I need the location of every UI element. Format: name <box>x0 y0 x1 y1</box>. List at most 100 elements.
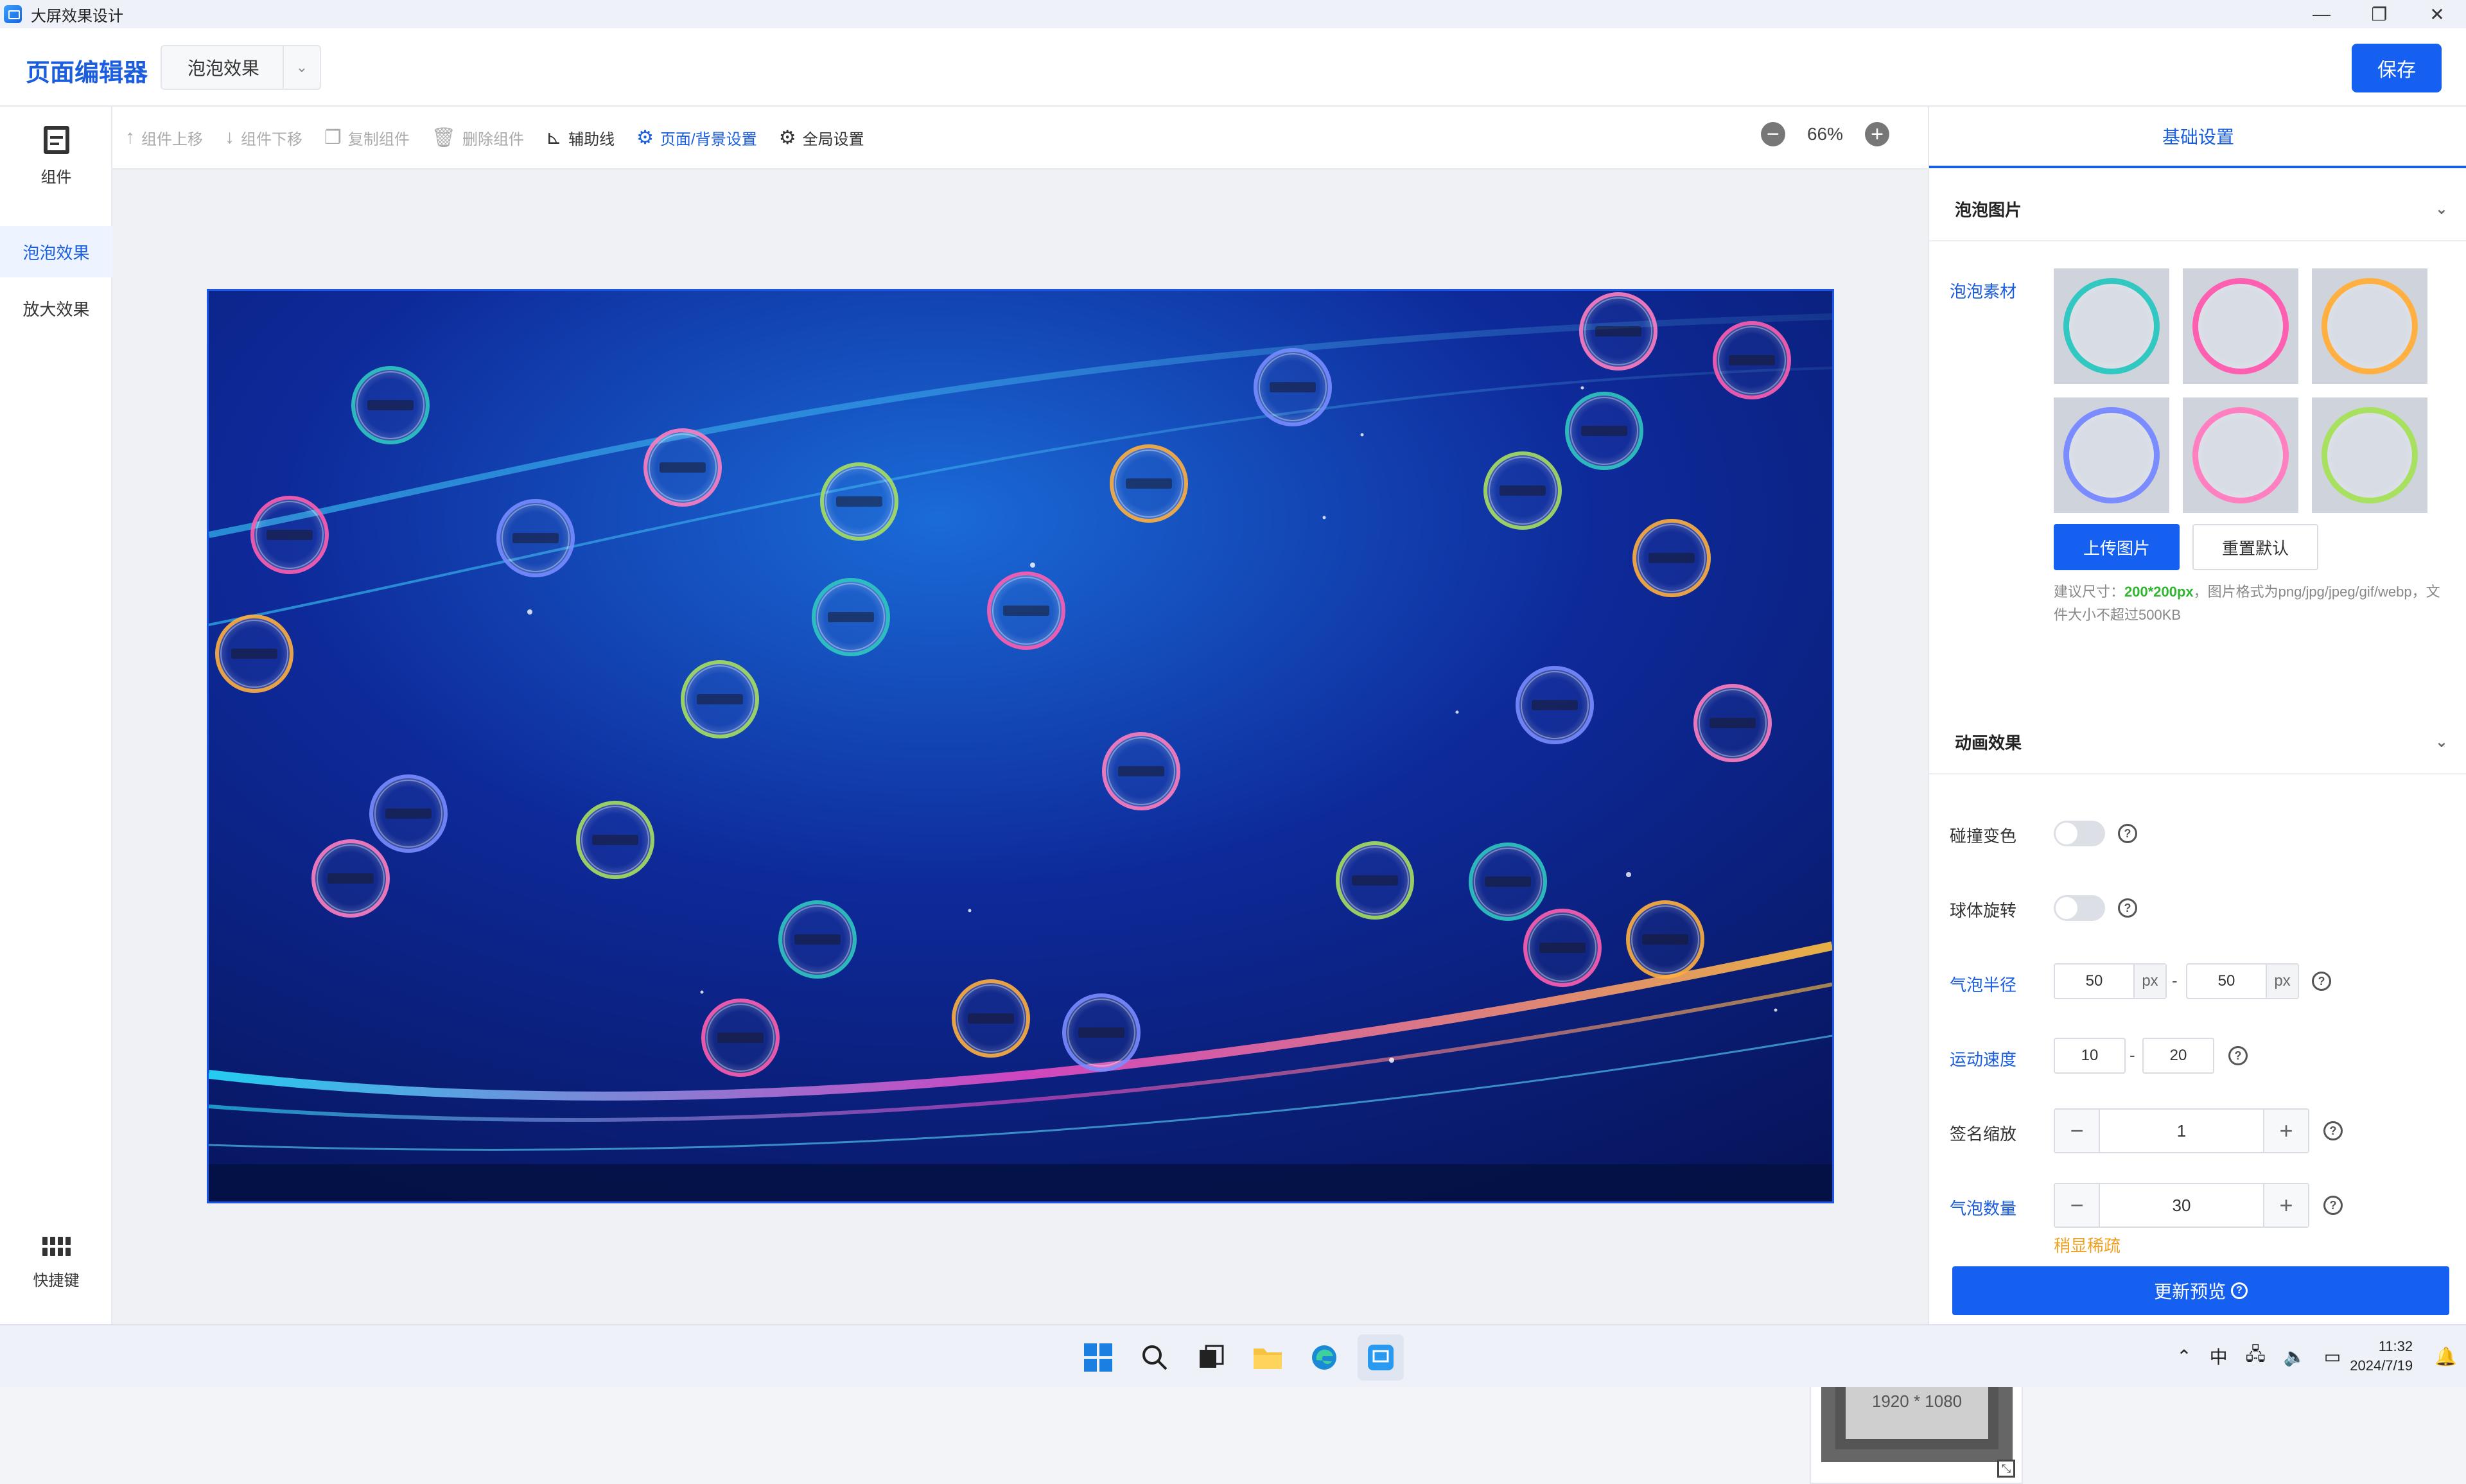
shortcut-button[interactable]: 快捷键 <box>0 1237 112 1290</box>
trash-icon: 🗑 <box>431 127 456 148</box>
bubble-thumb[interactable] <box>2312 397 2427 513</box>
chevron-down-icon[interactable]: ⌄ <box>283 46 320 89</box>
help-icon[interactable]: ? <box>2118 824 2137 843</box>
collision-color-toggle[interactable] <box>2054 821 2105 846</box>
stepper-value[interactable]: 1 <box>2100 1121 2263 1141</box>
minimize-button[interactable]: — <box>2293 0 2350 28</box>
global-settings-button[interactable]: ⚙ 全局设置 <box>779 127 864 149</box>
signature-mark <box>1500 485 1546 496</box>
signature-mark <box>717 1033 764 1043</box>
increment-button[interactable]: + <box>2263 1184 2308 1226</box>
gear-icon: ⚙ <box>778 127 796 148</box>
help-icon[interactable]: ? <box>2312 972 2331 991</box>
clock-date: 2024/7/19 <box>2350 1357 2413 1374</box>
edge-browser-button[interactable] <box>1301 1334 1347 1381</box>
radius-max-input[interactable]: 50 px <box>2186 963 2299 999</box>
tool-label: 辅助线 <box>568 130 615 148</box>
expand-icon[interactable]: ⤡ <box>1997 1460 2015 1478</box>
guide-line-button[interactable]: ⊾ 辅助线 <box>546 127 615 149</box>
chevron-up-icon[interactable]: ⌃ <box>2176 1346 2191 1367</box>
copy-button[interactable]: ❐ 复制组件 <box>324 127 410 149</box>
bubble-preview <box>209 291 1832 1201</box>
help-icon[interactable]: ? <box>2323 1121 2343 1140</box>
search-button[interactable] <box>1132 1334 1178 1381</box>
delete-button[interactable]: 🗑 删除组件 <box>432 127 524 149</box>
signature-mark <box>367 400 414 410</box>
file-explorer-button[interactable] <box>1245 1334 1291 1381</box>
tool-label: 页面/背景设置 <box>660 130 757 148</box>
page-background-settings-button[interactable]: ⚙ 页面/背景设置 <box>636 127 757 149</box>
zoom-level: 66% <box>1806 124 1843 144</box>
input-value: 10 <box>2081 1047 2099 1064</box>
component-icon <box>43 126 69 154</box>
increment-button[interactable]: + <box>2263 1110 2308 1152</box>
clock[interactable]: 11:32 2024/7/19 <box>2350 1337 2413 1375</box>
bubble-thumb[interactable] <box>2183 268 2298 384</box>
move-up-button[interactable]: ↑ 组件上移 <box>125 127 203 149</box>
zoom-control: − 66% + <box>1760 122 1889 146</box>
keyboard-icon <box>42 1237 71 1256</box>
speed-min-input[interactable]: 10 <box>2054 1038 2126 1074</box>
notification-bell-icon[interactable]: 🔔 <box>2435 1346 2457 1367</box>
section-title: 泡泡图片 <box>1955 200 2022 220</box>
signature-mark <box>828 612 874 622</box>
save-button[interactable]: 保存 <box>2352 44 2442 92</box>
app-icon <box>1368 1345 1394 1370</box>
page-select[interactable]: 泡泡效果 ⌄ <box>161 45 321 90</box>
decrement-button[interactable]: − <box>2055 1184 2100 1226</box>
unit-label: px <box>2133 965 2165 998</box>
speed-max-input[interactable]: 20 <box>2142 1038 2214 1074</box>
zoom-in-button[interactable]: + <box>1865 122 1889 146</box>
signature-mark <box>1710 718 1756 728</box>
brand-title: 页面编辑器 <box>26 60 148 87</box>
restore-button[interactable]: ❐ <box>2350 0 2408 28</box>
help-icon[interactable]: ? <box>2228 1046 2248 1065</box>
copy-icon: ❐ <box>324 127 342 148</box>
app-taskbar-button[interactable] <box>1358 1334 1404 1381</box>
volume-icon[interactable]: 🔈 <box>2284 1346 2306 1367</box>
bubble-thumb[interactable] <box>2312 268 2427 384</box>
upload-image-button[interactable]: 上传图片 <box>2054 524 2180 570</box>
bubble-ring <box>2322 407 2418 503</box>
start-button[interactable] <box>1075 1334 1121 1381</box>
range-separator: - <box>2129 1045 2135 1065</box>
range-separator: - <box>2172 971 2178 990</box>
sidebar-item-components[interactable]: 组件 <box>0 126 112 222</box>
sidebar-item-bubble-effect[interactable]: 泡泡效果 <box>0 226 112 277</box>
signature-mark <box>1003 606 1049 616</box>
task-view-button[interactable] <box>1188 1334 1234 1381</box>
signature-mark <box>1126 478 1172 489</box>
signature-mark <box>267 530 313 540</box>
tool-label: 删除组件 <box>462 130 524 148</box>
close-button[interactable]: ✕ <box>2408 0 2466 28</box>
decrement-button[interactable]: − <box>2055 1110 2100 1152</box>
signature-mark <box>512 533 559 543</box>
upload-hint: 建议尺寸：200*200px，图片格式为png/jpg/jpeg/gif/web… <box>2054 581 2452 627</box>
animation-section-header[interactable]: 动画效果 ⌄ <box>1929 710 2466 774</box>
sidebar-item-zoom-effect[interactable]: 放大效果 <box>0 283 112 334</box>
help-icon[interactable]: ? <box>2323 1196 2343 1215</box>
signature-mark <box>1729 355 1775 365</box>
tool-label: 组件下移 <box>241 130 302 148</box>
help-icon[interactable]: ? <box>2118 898 2137 918</box>
update-preview-button[interactable]: 更新预览 ? <box>1952 1266 2449 1315</box>
battery-icon[interactable]: ▭ <box>2324 1346 2341 1367</box>
section-title: 动画效果 <box>1955 733 2022 753</box>
stepper-value[interactable]: 30 <box>2100 1196 2263 1216</box>
ime-indicator[interactable]: 中 <box>2210 1343 2228 1369</box>
preview-stage[interactable] <box>207 289 1834 1203</box>
sphere-rotate-toggle[interactable] <box>2054 895 2105 921</box>
chevron-down-icon: ⌄ <box>2435 733 2448 751</box>
reset-default-button[interactable]: 重置默认 <box>2192 524 2318 570</box>
system-tray: ⌃ 中 🖧 🔈 ▭ 11:32 2024/7/19 🔔 <box>2167 1325 2466 1387</box>
tab-basic-settings[interactable]: 基础设置 <box>1929 107 2466 168</box>
signature-mark <box>328 873 374 884</box>
radius-min-input[interactable]: 50 px <box>2054 963 2167 999</box>
bubble-thumb[interactable] <box>2054 397 2169 513</box>
bubble-image-section-header[interactable]: 泡泡图片 ⌄ <box>1929 177 2466 241</box>
bubble-thumb[interactable] <box>2183 397 2298 513</box>
move-down-button[interactable]: ↓ 组件下移 <box>225 127 302 149</box>
bubble-thumb[interactable] <box>2054 268 2169 384</box>
network-icon[interactable]: 🖧 <box>2246 1341 2266 1372</box>
zoom-out-button[interactable]: − <box>1760 122 1785 146</box>
